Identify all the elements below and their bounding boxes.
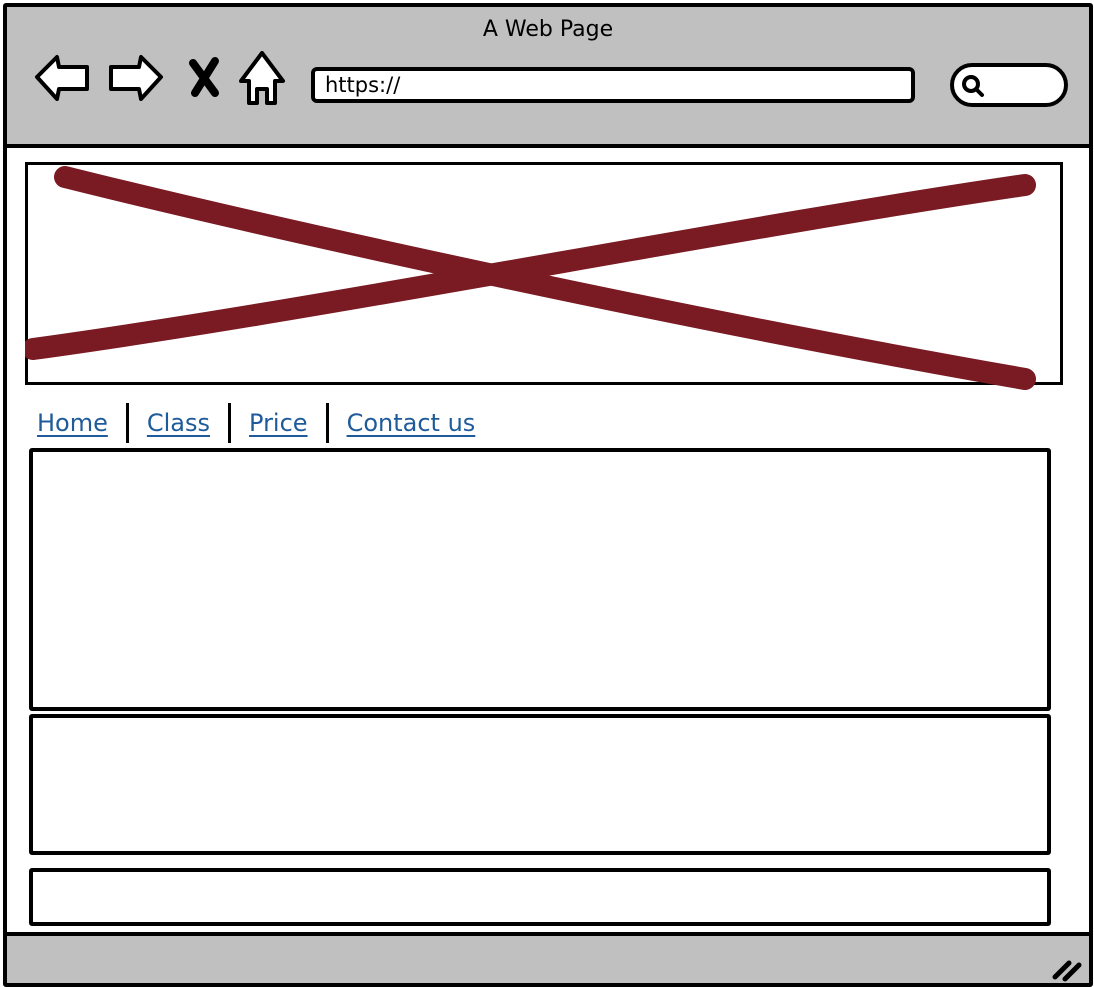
image-placeholder-x — [25, 166, 1036, 390]
back-button[interactable] — [33, 47, 91, 107]
browser-statusbar — [7, 932, 1089, 983]
close-icon — [189, 57, 219, 97]
nav-link-price[interactable]: Price — [245, 409, 312, 437]
resize-grip-icon[interactable] — [1049, 953, 1085, 983]
nav-separator — [125, 403, 129, 443]
browser-window: A Web Page https:// Home Class Price Con… — [3, 3, 1093, 987]
site-navigation: Home Class Price Contact us — [33, 403, 479, 443]
stop-button[interactable] — [187, 47, 223, 107]
search-icon — [962, 75, 984, 97]
nav-link-class[interactable]: Class — [143, 409, 214, 437]
browser-titlebar: A Web Page — [7, 7, 1089, 148]
forward-button[interactable] — [107, 47, 165, 107]
nav-separator — [325, 403, 329, 443]
url-input[interactable] — [311, 67, 915, 103]
arrow-left-icon — [35, 55, 89, 101]
nav-separator — [228, 403, 232, 443]
window-title: A Web Page — [482, 17, 614, 42]
arrow-right-icon — [109, 55, 163, 101]
nav-link-home[interactable]: Home — [33, 409, 112, 437]
secondary-content-panel — [29, 714, 1051, 855]
footer-panel — [29, 868, 1051, 926]
search-input[interactable] — [950, 63, 1068, 107]
nav-link-contact-us[interactable]: Contact us — [343, 409, 480, 437]
home-icon — [239, 51, 285, 105]
home-button[interactable] — [237, 47, 287, 107]
main-content-panel — [29, 448, 1051, 711]
